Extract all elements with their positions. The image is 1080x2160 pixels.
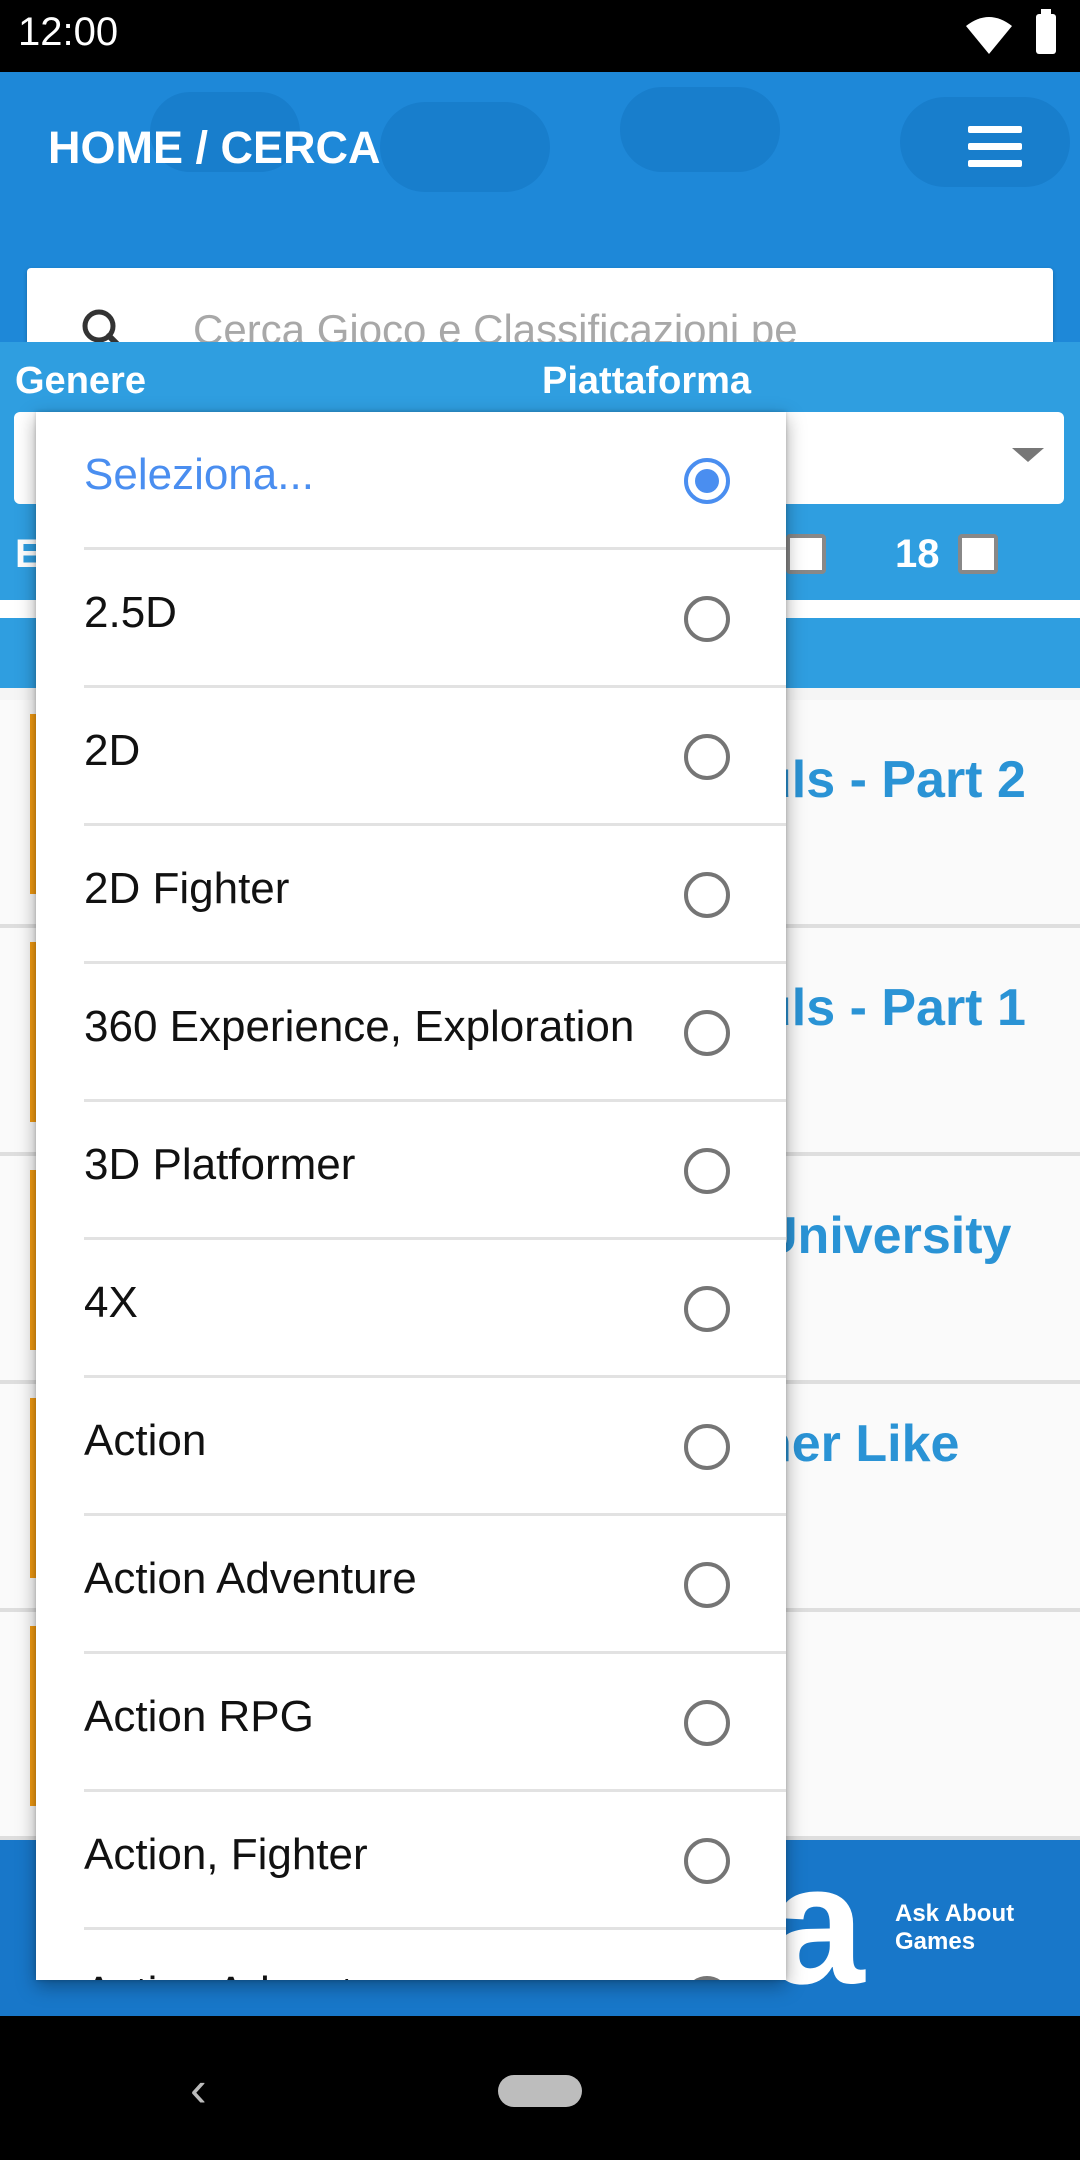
option-label: 2D — [84, 726, 141, 775]
option-label: Action RPG — [84, 1692, 314, 1741]
option-label: 2D Fighter — [84, 864, 290, 913]
option-label: Action — [84, 1416, 207, 1465]
option-label: 2.5D — [84, 588, 177, 637]
platform-label: Piattaforma — [542, 360, 752, 402]
radio-icon[interactable] — [684, 1838, 730, 1884]
app-header: HOME / CERCA — [0, 72, 1080, 342]
option-label: 4X — [84, 1278, 138, 1327]
dropdown-option[interactable]: 3D Platformer — [36, 1102, 786, 1240]
search-icon — [79, 306, 129, 342]
search-input[interactable] — [191, 296, 1035, 342]
dropdown-option[interactable]: 4X — [36, 1240, 786, 1378]
status-time: 12:00 — [18, 10, 119, 54]
age-checkbox[interactable] — [786, 534, 826, 574]
radio-icon[interactable] — [684, 1424, 730, 1470]
genre-dropdown-list: Seleziona... 2.5D 2D 2D Fighter 360 Expe… — [36, 412, 786, 1980]
radio-icon[interactable] — [684, 1700, 730, 1746]
search-box[interactable] — [27, 268, 1053, 342]
game-title: her Like — [760, 1415, 960, 1473]
dropdown-option[interactable]: Action RPG — [36, 1654, 786, 1792]
chevron-down-icon — [1012, 448, 1044, 462]
dropdown-option[interactable]: 360 Experience, Exploration — [36, 964, 786, 1102]
hamburger-menu-icon[interactable] — [968, 126, 1022, 168]
option-label: Action Adventure — [84, 1968, 694, 1980]
option-label: 360 Experience, Exploration — [84, 1002, 635, 1051]
dropdown-option[interactable]: Action Adventure — [36, 1516, 786, 1654]
banner-tagline: Ask About Games — [895, 1900, 1014, 1956]
dropdown-option[interactable]: Action Adventure — [36, 1930, 786, 1980]
back-icon[interactable]: ‹ — [190, 2060, 207, 2118]
game-title: uls - Part 2 — [760, 751, 1026, 809]
radio-icon[interactable] — [684, 596, 730, 642]
radio-icon[interactable] — [684, 1010, 730, 1056]
dropdown-option[interactable]: 2D — [36, 688, 786, 826]
banner-tagline-line2: Games — [895, 1928, 976, 1955]
radio-icon[interactable] — [684, 1286, 730, 1332]
battery-icon — [1036, 9, 1056, 54]
radio-icon[interactable] — [684, 1148, 730, 1194]
dropdown-option[interactable]: Action, Fighter — [36, 1792, 786, 1930]
banner-tagline-line1: Ask About — [895, 1900, 1015, 1927]
game-title: uls - Part 1 — [760, 979, 1026, 1037]
radio-icon[interactable] — [684, 872, 730, 918]
dropdown-option[interactable]: 2D Fighter — [36, 826, 786, 964]
genre-label: Genere — [15, 360, 146, 402]
dropdown-option[interactable]: Seleziona... — [36, 412, 786, 550]
radio-icon[interactable] — [684, 734, 730, 780]
dropdown-option[interactable]: 2.5D — [36, 550, 786, 688]
age-18-label: 18 — [895, 532, 940, 576]
option-label: Seleziona... — [84, 450, 314, 499]
page-title: HOME / CERCA — [48, 122, 381, 173]
radio-icon[interactable] — [684, 1562, 730, 1608]
home-pill-icon[interactable] — [498, 2075, 582, 2107]
wifi-icon — [966, 16, 1012, 59]
option-label: Action Adventure — [84, 1554, 417, 1603]
status-bar: 12:00 — [0, 0, 1080, 72]
option-label: Action, Fighter — [84, 1830, 368, 1879]
system-nav-bar: ‹ — [0, 2016, 1080, 2160]
dropdown-option[interactable]: Action — [36, 1378, 786, 1516]
age-18-checkbox[interactable] — [958, 534, 998, 574]
game-title: University — [760, 1207, 1012, 1265]
option-label: 3D Platformer — [84, 1140, 356, 1189]
radio-selected-icon[interactable] — [684, 458, 730, 504]
